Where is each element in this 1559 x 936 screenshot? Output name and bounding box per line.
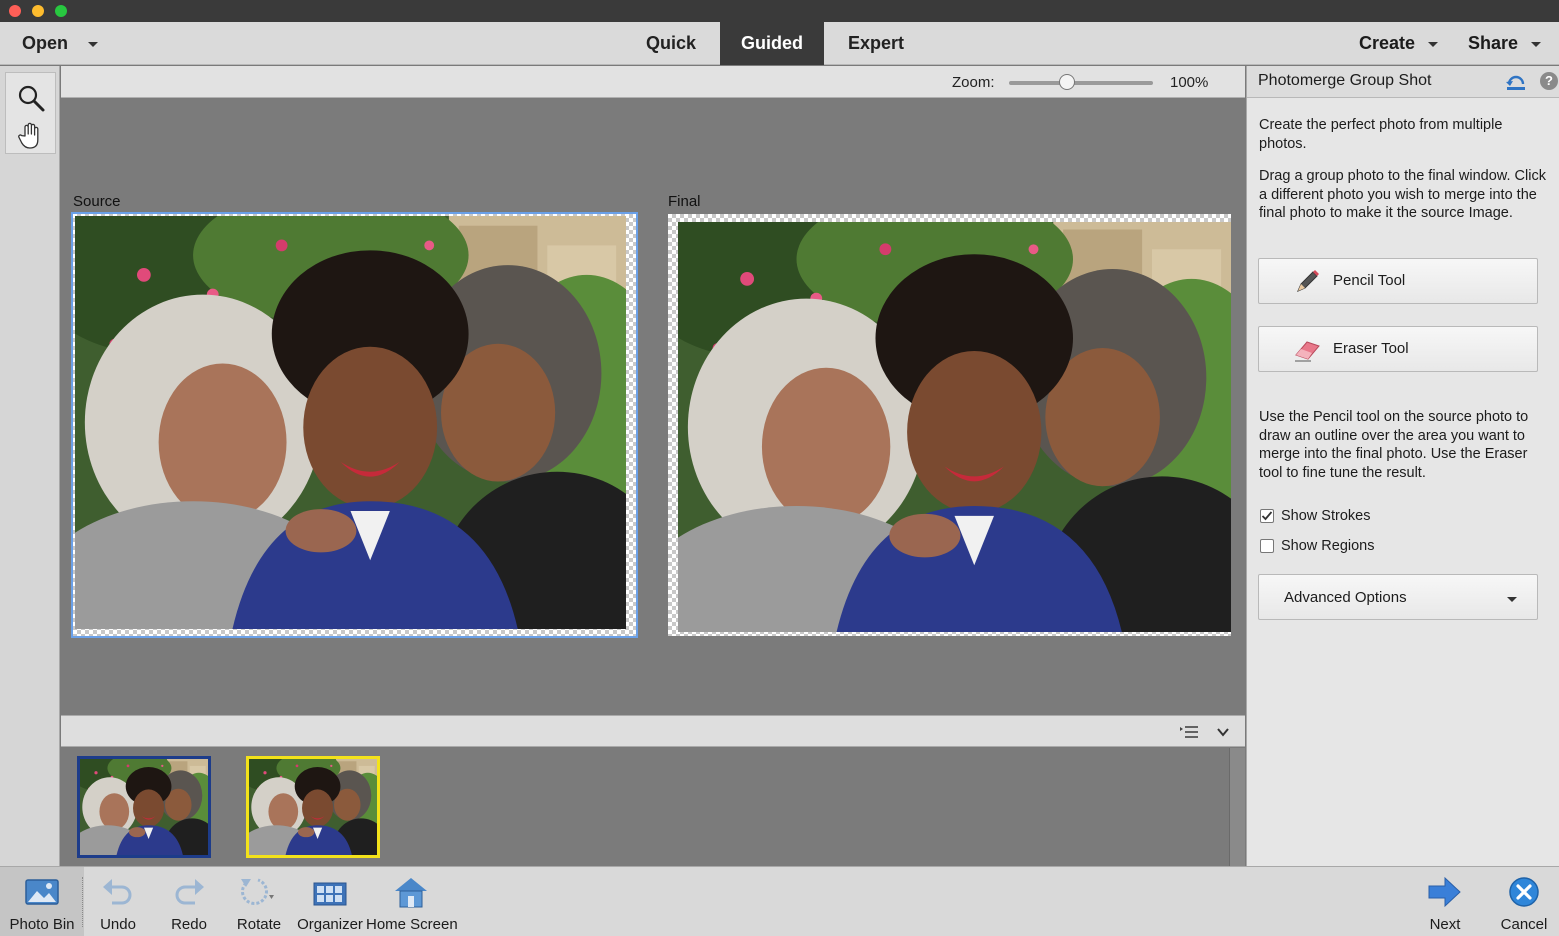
redo-button[interactable]: Redo	[162, 867, 216, 936]
show-strokes-label: Show Strokes	[1281, 508, 1371, 524]
intro-text: Create the perfect photo from multiple p…	[1259, 117, 1503, 152]
usage-text: Use the Pencil tool on the source photo …	[1259, 409, 1529, 481]
show-regions-label: Show Regions	[1281, 538, 1375, 554]
organizer-label: Organizer	[297, 916, 363, 933]
show-strokes-checkbox[interactable]	[1260, 509, 1274, 523]
open-menu-button[interactable]: Open	[22, 22, 68, 65]
pencil-tool-button[interactable]: Pencil Tool	[1258, 258, 1538, 304]
panel-header: Photomerge Group Shot ?	[1247, 66, 1559, 98]
source-photo[interactable]	[75, 216, 626, 629]
pencil-tool-label: Pencil Tool	[1333, 272, 1406, 289]
reset-icon[interactable]	[1505, 72, 1527, 92]
photo-bin-button[interactable]: Photo Bin	[0, 867, 84, 936]
rotate-label: Rotate	[236, 916, 282, 933]
window-maximize-button[interactable]	[55, 5, 67, 17]
show-regions-option[interactable]: Show Regions	[1260, 538, 1460, 556]
photo-bin-icon	[25, 879, 59, 905]
organizer-button[interactable]: Organizer	[296, 867, 364, 936]
tab-expert[interactable]: Expert	[824, 22, 928, 65]
source-image-window[interactable]	[71, 212, 638, 638]
undo-label: Undo	[100, 916, 136, 933]
cancel-button[interactable]: Cancel	[1496, 867, 1552, 936]
undo-button[interactable]: Undo	[90, 867, 146, 936]
chevron-down-icon	[1507, 597, 1517, 602]
guided-panel: Photomerge Group Shot ? Create the perfe…	[1246, 66, 1559, 866]
hand-tool-icon[interactable]	[16, 121, 46, 151]
panel-title: Photomerge Group Shot	[1258, 72, 1432, 89]
chevron-down-icon[interactable]	[1428, 42, 1438, 47]
tool-options-bar: Zoom: 100%	[61, 66, 1245, 98]
instructions-text: Drag a group photo to the final window. …	[1259, 168, 1546, 221]
rotate-icon	[241, 878, 274, 905]
organizer-icon	[313, 882, 347, 906]
pencil-icon	[1297, 270, 1319, 292]
final-photo[interactable]	[678, 222, 1231, 632]
window-close-button[interactable]	[9, 5, 21, 17]
undo-icon	[103, 879, 132, 905]
thumbnail-image[interactable]	[80, 759, 208, 855]
mode-bar: Open Quick Guided Expert Create Share	[0, 22, 1559, 65]
redo-icon	[175, 879, 204, 905]
bin-options-icon[interactable]	[1179, 724, 1199, 740]
close-icon	[1509, 877, 1539, 907]
chevron-down-icon[interactable]	[1531, 42, 1541, 47]
arrow-right-icon	[1428, 876, 1461, 908]
home-screen-label: Home Screen	[366, 916, 458, 933]
rotate-button[interactable]: Rotate	[230, 867, 288, 936]
window-minimize-button[interactable]	[32, 5, 44, 17]
taskbar-divider	[82, 877, 83, 927]
chevron-down-icon[interactable]	[88, 42, 98, 47]
canvas-area: Source Final	[61, 99, 1245, 715]
view-tools	[5, 72, 56, 154]
zoom-tool-icon[interactable]	[16, 83, 46, 113]
tab-guided[interactable]: Guided	[720, 22, 825, 65]
checkmark-icon	[1261, 511, 1273, 521]
cancel-label: Cancel	[1500, 916, 1548, 933]
show-strokes-option[interactable]: Show Strokes	[1260, 508, 1460, 526]
next-label: Next	[1429, 916, 1461, 933]
advanced-options-label: Advanced Options	[1284, 589, 1407, 606]
taskbar: Photo Bin Undo Redo Rotate Organizer Hom…	[0, 866, 1559, 936]
show-regions-checkbox[interactable]	[1260, 539, 1274, 553]
zoom-label: Zoom:	[952, 74, 995, 91]
final-label: Final	[668, 193, 701, 210]
photo-bin-header	[61, 715, 1245, 747]
help-icon[interactable]: ?	[1540, 72, 1558, 90]
mode-tabs: Quick Guided Expert	[622, 22, 928, 65]
photo-bin	[61, 748, 1229, 866]
zoom-slider-track[interactable]	[1009, 81, 1153, 85]
eraser-icon	[1295, 341, 1320, 362]
source-thumbnail[interactable]	[77, 756, 211, 858]
home-icon	[395, 878, 427, 908]
final-image-window[interactable]	[668, 214, 1231, 636]
create-menu-button[interactable]: Create	[1359, 22, 1415, 65]
tab-quick[interactable]: Quick	[622, 22, 720, 65]
eraser-tool-button[interactable]: Eraser Tool	[1258, 326, 1538, 372]
redo-label: Redo	[171, 916, 207, 933]
eraser-tool-label: Eraser Tool	[1333, 340, 1409, 357]
photo-bin-scrollbar[interactable]	[1229, 748, 1245, 866]
photo-bin-label: Photo Bin	[9, 916, 75, 933]
toolbox	[0, 66, 60, 866]
advanced-options-dropdown[interactable]: Advanced Options	[1258, 574, 1538, 620]
share-menu-button[interactable]: Share	[1468, 22, 1518, 65]
final-thumbnail[interactable]	[246, 756, 380, 858]
zoom-slider-handle[interactable]	[1058, 74, 1075, 90]
chevron-down-icon[interactable]	[1215, 724, 1231, 740]
next-button[interactable]: Next	[1420, 867, 1470, 936]
source-label: Source	[73, 193, 121, 210]
home-screen-button[interactable]: Home Screen	[366, 867, 458, 936]
zoom-value: 100%	[1170, 74, 1209, 91]
thumbnail-image[interactable]	[249, 759, 377, 855]
window-titlebar	[0, 0, 1559, 22]
